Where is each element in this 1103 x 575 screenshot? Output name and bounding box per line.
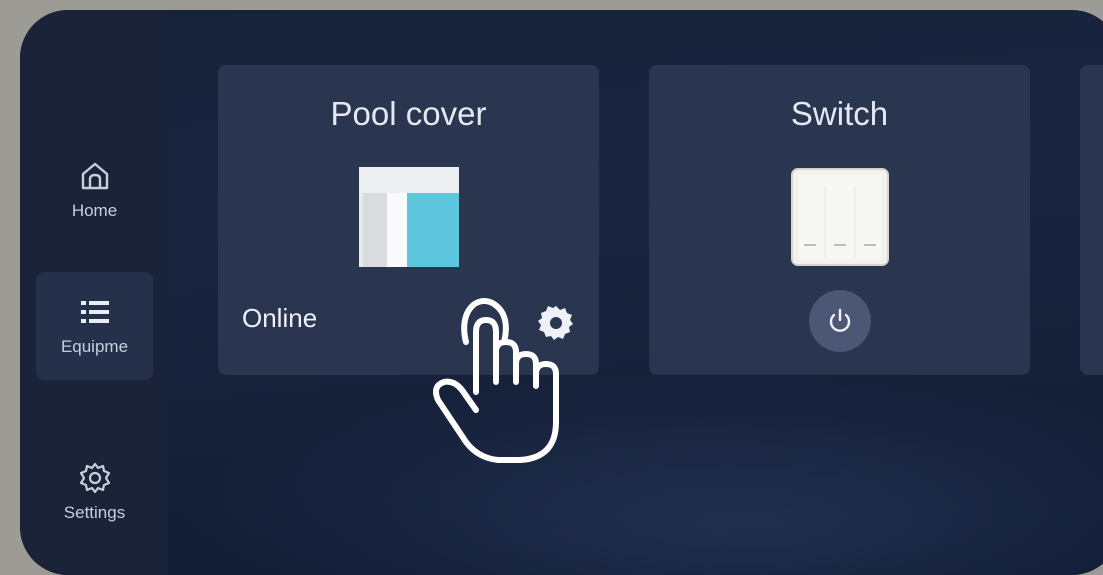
- home-icon: [81, 162, 108, 190]
- gear-icon: [79, 462, 110, 494]
- sidebar-item-home[interactable]: Home: [36, 136, 153, 244]
- list-icon: [80, 301, 109, 323]
- sidebar-item-label: Equipme: [60, 337, 129, 356]
- device-card-pool-cover[interactable]: Pool cover Online: [218, 65, 599, 375]
- sidebar-item-equipment[interactable]: Equipme: [36, 272, 153, 380]
- card-title: Pool cover: [330, 95, 487, 132]
- status-text: Online: [242, 303, 318, 333]
- device-card-partial[interactable]: [1080, 65, 1103, 375]
- pool-cover-image: [358, 167, 459, 267]
- card-title: Switch: [790, 95, 889, 132]
- sidebar: Home Equipme Settings: [20, 10, 168, 575]
- sidebar-item-label: Home: [71, 201, 118, 220]
- power-button[interactable]: [808, 290, 871, 352]
- device-card-switch[interactable]: Switch: [649, 65, 1030, 375]
- sidebar-item-label: Settings: [63, 503, 126, 522]
- background-glow: [170, 370, 1103, 575]
- sidebar-item-settings[interactable]: Settings: [36, 438, 153, 546]
- power-icon: [829, 308, 850, 332]
- switch-image: [790, 168, 889, 266]
- app-screen: Home Equipme Settings Pool cover Online …: [20, 10, 1103, 575]
- gear-icon[interactable]: [536, 303, 576, 343]
